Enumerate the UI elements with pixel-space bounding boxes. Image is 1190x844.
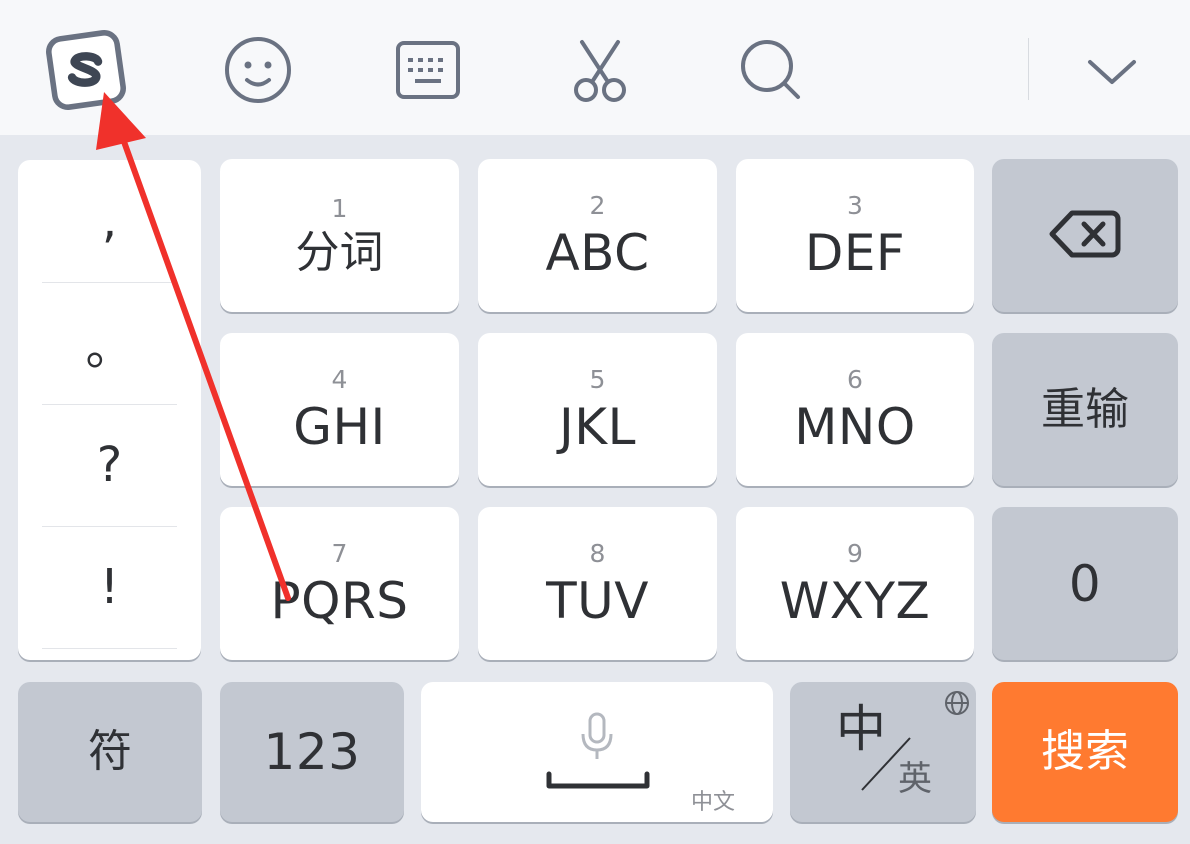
keyboard-toolbar <box>0 0 1190 135</box>
key-digit: 6 <box>847 365 863 394</box>
symbols-button[interactable]: 符 <box>18 682 202 822</box>
reenter-label: 重输 <box>1041 383 1129 435</box>
punct-question[interactable]: ? <box>18 404 201 526</box>
chevron-down-icon[interactable] <box>1072 30 1152 110</box>
key-digit: 8 <box>589 539 606 568</box>
key-label: 0 <box>1068 554 1102 613</box>
lang-sub-label: 英 <box>898 759 932 799</box>
backspace-icon <box>1048 207 1122 265</box>
key-label: MNO <box>794 398 916 456</box>
key-2-abc[interactable]: 2 ABC <box>478 159 717 312</box>
key-label: PQRS <box>270 572 409 630</box>
key-0[interactable]: 0 <box>992 507 1178 660</box>
key-8-tuv[interactable]: 8 TUV <box>478 507 717 660</box>
punctuation-list: , 。 ? ! <box>18 160 201 660</box>
key-label: TUV <box>546 572 649 630</box>
numbers-button[interactable]: 123 <box>220 682 404 822</box>
search-icon[interactable] <box>730 30 810 110</box>
key-label: JKL <box>559 398 636 456</box>
space-button[interactable]: 中文 <box>421 682 773 822</box>
language-switch-button[interactable]: 中 英 <box>790 682 976 822</box>
key-7-pqrs[interactable]: 7 PQRS <box>220 507 459 660</box>
divider <box>42 648 177 649</box>
key-digit: 4 <box>331 365 348 394</box>
key-label: 分词 <box>295 227 384 278</box>
space-sub-label: 中文 <box>691 790 736 815</box>
key-6-mno[interactable]: 6 MNO <box>736 333 974 486</box>
reenter-button[interactable]: 重输 <box>992 333 1178 486</box>
sogou-logo-icon[interactable] <box>46 30 126 110</box>
key-digit: 7 <box>331 539 348 568</box>
emoji-icon[interactable] <box>218 30 298 110</box>
key-3-def[interactable]: 3 DEF <box>736 159 974 312</box>
space-bar-icon <box>545 770 651 796</box>
toolbar-divider <box>1028 38 1029 100</box>
punct-comma[interactable]: , <box>18 160 201 282</box>
key-digit: 5 <box>589 365 606 394</box>
backspace-button[interactable] <box>992 159 1178 312</box>
search-button[interactable]: 搜索 <box>992 682 1178 822</box>
key-digit: 1 <box>331 194 348 223</box>
key-9-wxyz[interactable]: 9 WXYZ <box>736 507 974 660</box>
punct-period[interactable]: 。 <box>18 282 201 404</box>
keyboard-icon[interactable] <box>388 30 468 110</box>
key-4-ghi[interactable]: 4 GHI <box>220 333 459 486</box>
key-digit: 3 <box>847 191 863 220</box>
microphone-icon <box>579 712 615 766</box>
key-label: WXYZ <box>779 572 931 630</box>
key-digit: 9 <box>847 539 863 568</box>
punct-exclamation[interactable]: ! <box>18 526 201 648</box>
key-label: DEF <box>804 224 906 282</box>
key-label: GHI <box>293 398 386 456</box>
numbers-label: 123 <box>263 723 361 781</box>
key-label: ABC <box>545 224 650 282</box>
key-digit: 2 <box>589 191 606 220</box>
symbols-label: 符 <box>88 726 132 777</box>
globe-icon <box>944 690 970 720</box>
key-1-segment[interactable]: 1 分词 <box>220 159 459 312</box>
search-label: 搜索 <box>1041 726 1129 777</box>
scissors-icon[interactable] <box>560 30 640 110</box>
key-5-jkl[interactable]: 5 JKL <box>478 333 717 486</box>
